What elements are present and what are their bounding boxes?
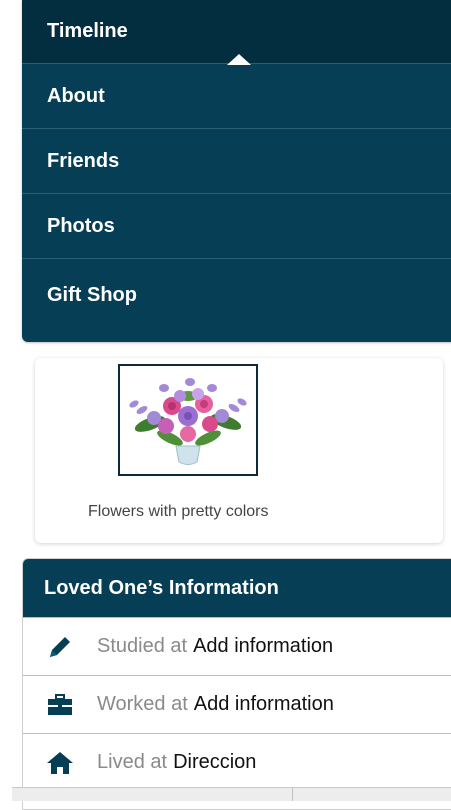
loved-one-info-panel: Loved One’s Information Studied at Add i… [22, 558, 451, 810]
menu-item-friends[interactable]: Friends [22, 129, 451, 194]
menu-item-label: Friends [47, 149, 120, 172]
menu-item-label: Timeline [47, 20, 128, 42]
info-row-studied[interactable]: Studied at Add information [23, 617, 451, 675]
info-row-prefix: Worked at [97, 693, 188, 715]
home-icon [23, 750, 97, 776]
info-row-value[interactable]: Add information [193, 635, 333, 658]
menu-item-label: Photos [47, 214, 115, 237]
menu-item-gift-shop[interactable]: Gift Shop [22, 259, 451, 341]
gift-card[interactable]: Flowers with pretty colors [35, 358, 443, 543]
menu-item-label: About [47, 84, 105, 107]
bottom-toolbar [12, 787, 451, 801]
briefcase-icon [23, 693, 97, 717]
pencil-icon [23, 633, 97, 661]
menu-item-label: Gift Shop [47, 283, 137, 306]
info-row-worked[interactable]: Worked at Add information [23, 675, 451, 733]
info-row-value[interactable]: Add information [194, 693, 334, 716]
info-panel-title: Loved One’s Information [23, 559, 451, 617]
info-row-prefix: Lived at [97, 751, 168, 773]
profile-menu: Timeline About Friends Photos Gift Shop [22, 0, 451, 342]
info-row-value[interactable]: Direccion [173, 751, 256, 774]
info-row-lived[interactable]: Lived at Direccion [23, 733, 451, 791]
menu-item-photos[interactable]: Photos [22, 194, 451, 259]
flower-bouquet-icon [129, 378, 247, 465]
gift-caption: Flowers with pretty colors [88, 503, 269, 520]
info-row-prefix: Studied at [97, 635, 188, 657]
menu-item-timeline[interactable]: Timeline [22, 0, 451, 65]
flower-bouquet-image[interactable] [118, 364, 258, 476]
toolbar-divider [292, 788, 293, 801]
menu-item-about[interactable]: About [22, 64, 451, 129]
